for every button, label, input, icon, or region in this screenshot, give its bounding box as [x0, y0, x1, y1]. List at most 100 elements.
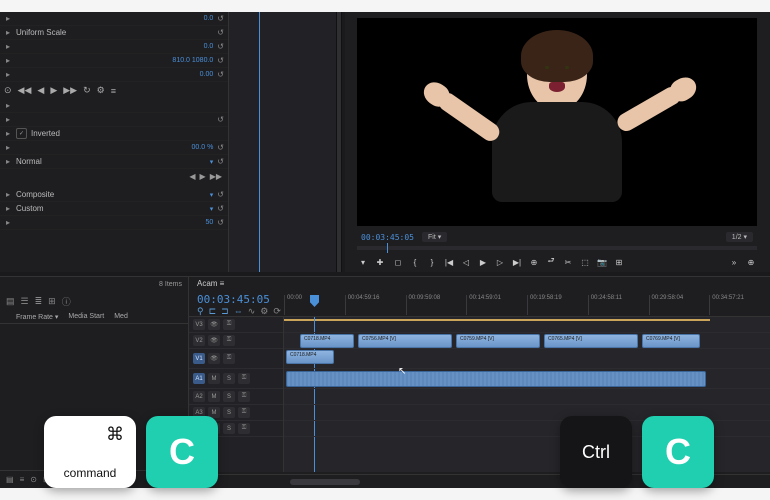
- project-column-header[interactable]: Media Start: [68, 313, 114, 321]
- project-column-header[interactable]: [6, 313, 16, 321]
- fx-property-row[interactable]: ▸✓Inverted: [0, 127, 228, 141]
- fx-property-row[interactable]: ▸0.00↺: [0, 68, 228, 82]
- track-target-button[interactable]: V1: [193, 353, 205, 364]
- timeline-lane[interactable]: [284, 369, 770, 389]
- track-header[interactable]: A1MS⚿: [189, 369, 283, 389]
- fx-property-row[interactable]: ▸0.0↺: [0, 40, 228, 54]
- program-control-button[interactable]: ▶|: [511, 256, 523, 268]
- track-toggle-button[interactable]: ⚿: [238, 423, 250, 434]
- program-control-button[interactable]: }: [426, 256, 438, 268]
- timeline-tool-button[interactable]: ⚲: [197, 306, 204, 317]
- reset-icon[interactable]: ↺: [217, 42, 224, 51]
- disclosure-icon[interactable]: ▸: [4, 115, 12, 124]
- transport-button[interactable]: ⊙: [4, 85, 12, 96]
- disclosure-icon[interactable]: ▸: [4, 70, 12, 79]
- program-control-button[interactable]: ⬚: [579, 256, 591, 268]
- program-control-button[interactable]: ⊕: [528, 256, 540, 268]
- disclosure-icon[interactable]: ▸: [4, 129, 12, 138]
- track-toggle-button[interactable]: S: [223, 391, 235, 402]
- disclosure-icon[interactable]: ▸: [4, 143, 12, 152]
- clip[interactable]: C0718.MP4: [300, 334, 354, 348]
- timeline-tool-button[interactable]: ⟳: [273, 306, 281, 317]
- project-view-button[interactable]: ☰: [21, 296, 29, 307]
- fx-property-row[interactable]: ▸00.0 %↺: [0, 141, 228, 155]
- clip[interactable]: C0718.MP4: [286, 350, 334, 364]
- zoom-dropdown[interactable]: 1/2 ▾: [726, 232, 753, 242]
- project-view-button[interactable]: ⊞: [48, 296, 56, 307]
- project-view-button[interactable]: ≣: [35, 296, 43, 307]
- fx-property-row[interactable]: ▸Uniform Scale↺: [0, 26, 228, 40]
- nav-button[interactable]: ▶▶: [210, 172, 222, 181]
- program-control-button[interactable]: »: [728, 256, 740, 268]
- program-control-button[interactable]: ✚: [374, 256, 386, 268]
- program-control-button[interactable]: 📷: [596, 256, 608, 268]
- project-footer-button[interactable]: ▤: [6, 475, 14, 484]
- program-timecode[interactable]: 00:03:45:05: [361, 233, 414, 242]
- nav-button[interactable]: ◀: [189, 172, 195, 181]
- reset-icon[interactable]: ↺: [217, 56, 224, 65]
- program-control-button[interactable]: ▷: [494, 256, 506, 268]
- timeline-timecode[interactable]: 00:03:45:05: [197, 293, 270, 306]
- fx-property-row[interactable]: ▸Normal▾↺: [0, 155, 228, 169]
- fx-property-row[interactable]: ▸810.0 1080.0↺: [0, 54, 228, 68]
- program-control-button[interactable]: ▶: [477, 256, 489, 268]
- program-control-button[interactable]: |◀: [443, 256, 455, 268]
- track-header[interactable]: V2👁⚿: [189, 333, 283, 349]
- timeline-tool-button[interactable]: ⇔: [234, 306, 243, 317]
- timeline-tool-button[interactable]: ∿: [248, 306, 256, 317]
- project-footer-button[interactable]: ≡: [20, 475, 25, 484]
- transport-button[interactable]: ◀◀: [18, 85, 32, 96]
- program-control-button[interactable]: ⊕: [745, 256, 757, 268]
- program-playhead[interactable]: [387, 243, 388, 253]
- transport-button[interactable]: ↻: [83, 85, 91, 96]
- fx-property-row[interactable]: ▸Custom▾↺: [0, 202, 228, 216]
- track-target-button[interactable]: V2: [193, 335, 205, 346]
- disclosure-icon[interactable]: ▸: [4, 101, 12, 110]
- transport-button[interactable]: ◀: [37, 85, 44, 96]
- track-toggle-button[interactable]: 👁: [208, 335, 220, 346]
- track-toggle-button[interactable]: ⚿: [238, 373, 250, 384]
- track-header[interactable]: V1👁⚿: [189, 349, 283, 369]
- track-toggle-button[interactable]: M: [208, 373, 220, 384]
- transport-button[interactable]: ▶: [50, 85, 57, 96]
- reset-icon[interactable]: ↺: [217, 115, 224, 124]
- disclosure-icon[interactable]: ▸: [4, 14, 12, 23]
- transport-button[interactable]: ⚙: [97, 85, 105, 96]
- transport-button[interactable]: ≡: [111, 86, 116, 96]
- program-control-button[interactable]: {: [409, 256, 421, 268]
- track-toggle-button[interactable]: 👁: [208, 319, 220, 330]
- track-toggle-button[interactable]: S: [223, 423, 235, 434]
- transport-button[interactable]: ▶▶: [63, 85, 77, 96]
- timeline-tool-button[interactable]: ⚙: [260, 306, 268, 317]
- program-control-button[interactable]: ◁: [460, 256, 472, 268]
- track-toggle-button[interactable]: ⚿: [223, 335, 235, 346]
- timeline-tool-button[interactable]: ⊏: [209, 306, 217, 317]
- clip[interactable]: C0756.MP4 [V]: [358, 334, 452, 348]
- track-header[interactable]: A2MS⚿: [189, 389, 283, 405]
- nav-button[interactable]: ▶: [200, 172, 206, 181]
- track-target-button[interactable]: A2: [193, 391, 205, 402]
- program-control-button[interactable]: ⊞: [613, 256, 625, 268]
- checkbox[interactable]: ✓: [16, 128, 27, 139]
- track-toggle-button[interactable]: S: [223, 373, 235, 384]
- timeline-lane[interactable]: [284, 317, 770, 333]
- reset-icon[interactable]: ↺: [217, 70, 224, 79]
- scroll-thumb[interactable]: [290, 479, 360, 485]
- scrub-bar[interactable]: [336, 12, 342, 272]
- track-toggle-button[interactable]: ⚿: [223, 319, 235, 330]
- program-control-button[interactable]: ▾: [357, 256, 369, 268]
- reset-icon[interactable]: ↺: [217, 28, 224, 37]
- fx-property-row[interactable]: ▸50↺: [0, 216, 228, 230]
- track-toggle-button[interactable]: ⚿: [238, 391, 250, 402]
- reset-icon[interactable]: ↺: [217, 14, 224, 23]
- track-target-button[interactable]: A1: [193, 373, 205, 384]
- project-footer-button[interactable]: ⊙: [30, 475, 37, 484]
- program-control-button[interactable]: ◻: [392, 256, 404, 268]
- disclosure-icon[interactable]: ▸: [4, 42, 12, 51]
- project-column-header[interactable]: Frame Rate ▾: [16, 313, 68, 321]
- program-control-button[interactable]: ⮐: [545, 256, 557, 268]
- track-toggle-button[interactable]: ⚿: [223, 353, 235, 364]
- project-view-button[interactable]: ⓘ: [62, 295, 71, 308]
- program-scrubber[interactable]: [357, 246, 757, 250]
- keyframe-area[interactable]: [228, 12, 336, 272]
